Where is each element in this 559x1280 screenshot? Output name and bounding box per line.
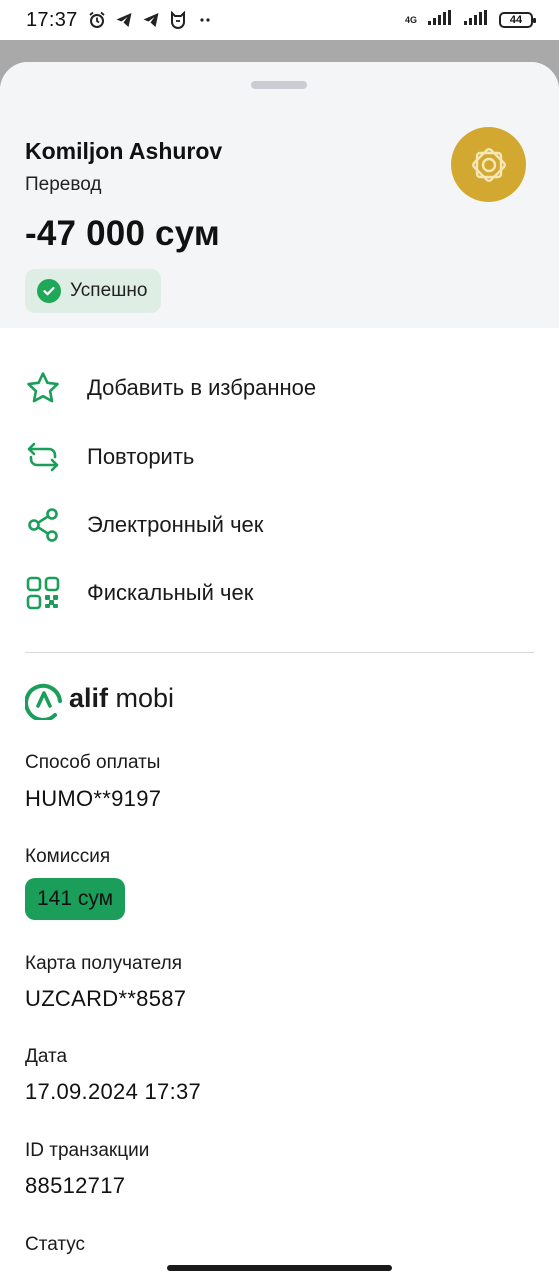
date-value: 17.09.2024 17:37 xyxy=(25,1079,202,1104)
brand-name-bold: alif xyxy=(69,682,109,713)
recipient-card-label: Карта получателя xyxy=(25,953,182,974)
recipient-card-value: UZCARD**8587 xyxy=(25,986,187,1011)
date-label: Дата xyxy=(25,1046,68,1067)
notification-icons xyxy=(88,11,214,29)
add-to-favorites-button[interactable]: Добавить в избранное xyxy=(0,362,559,414)
battery-icon: 44 xyxy=(499,12,536,28)
repeat-button[interactable]: Повторить xyxy=(0,431,559,483)
telegram-icon xyxy=(115,11,133,29)
transaction-details-sheet: Komiljon Ashurov Перевод -47 000 сум Усп… xyxy=(0,62,559,1280)
fee-badge: 141 сум xyxy=(25,878,126,920)
telegram-icon xyxy=(142,11,160,29)
share-icon xyxy=(25,507,61,543)
transaction-amount: -47 000 сум xyxy=(25,214,220,253)
alif-mobi-logo: alif mobi xyxy=(25,676,174,720)
qr-code-icon xyxy=(25,575,61,611)
action-label: Фискальный чек xyxy=(87,580,254,605)
network-type: 4G xyxy=(404,14,417,25)
home-indicator[interactable] xyxy=(167,1265,392,1271)
electronic-receipt-button[interactable]: Электронный чек xyxy=(0,499,559,551)
fee-value: 141 сум xyxy=(37,887,114,910)
action-label: Электронный чек xyxy=(87,512,264,537)
transaction-summary: Komiljon Ashurov Перевод -47 000 сум Усп… xyxy=(0,62,559,328)
star-icon xyxy=(25,370,61,406)
divider xyxy=(25,652,534,653)
transaction-id-value: 88512717 xyxy=(25,1173,126,1198)
status-badge: Успешно xyxy=(25,269,162,313)
mi-icon xyxy=(169,11,187,29)
status-bar: 17:37 4G 44 xyxy=(0,0,559,40)
ornament-icon xyxy=(471,147,506,182)
brand-name-light: mobi xyxy=(115,682,175,713)
status-text: Успешно xyxy=(70,280,148,301)
bank-logo xyxy=(451,127,526,202)
clock: 17:37 xyxy=(26,8,78,31)
more-dots-icon xyxy=(196,11,214,29)
signal-icon xyxy=(427,9,453,31)
payment-method-value: HUMO**9197 xyxy=(25,786,162,811)
transaction-type: Перевод xyxy=(25,174,102,195)
action-label: Добавить в избранное xyxy=(87,375,317,400)
drag-handle[interactable] xyxy=(251,81,307,89)
repeat-icon xyxy=(25,439,61,475)
recipient-name: Komiljon Ashurov xyxy=(25,138,223,164)
action-label: Повторить xyxy=(87,444,195,469)
status-label: Статус xyxy=(25,1234,86,1255)
payment-method-label: Способ оплаты xyxy=(25,752,161,773)
signal-icon xyxy=(463,9,489,31)
system-status-icons: 4G 44 xyxy=(404,9,536,31)
alarm-icon xyxy=(88,11,106,29)
check-circle-icon xyxy=(37,279,61,303)
fiscal-receipt-button[interactable]: Фискальный чек xyxy=(0,567,559,619)
transaction-id-label: ID транзакции xyxy=(25,1140,150,1161)
fee-label: Комиссия xyxy=(25,846,111,867)
alif-logo-icon xyxy=(25,683,62,720)
